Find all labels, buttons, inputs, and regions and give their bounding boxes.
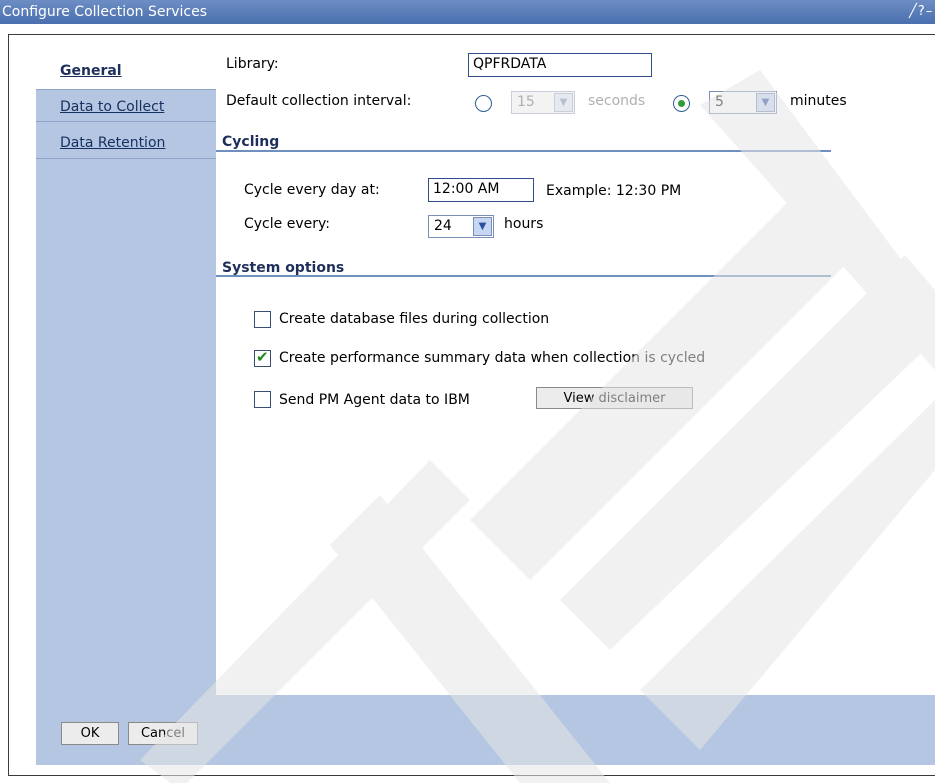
view-disclaimer-button[interactable]: View disclaimer — [536, 387, 693, 409]
cycle-example: Example: 12:30 PM — [546, 183, 682, 199]
seconds-select[interactable]: 15 ▼ — [511, 91, 575, 114]
cycle-hours-select[interactable]: 24 ▼ — [428, 215, 494, 238]
cycle-day-label: Cycle every day at: — [244, 182, 380, 198]
tab-general[interactable]: General — [36, 54, 216, 89]
window-titlebar: Configure Collection Services ╱?–□ — [0, 0, 935, 43]
library-label: Library: — [226, 56, 279, 72]
perf-summary-checkbox[interactable]: ✔ — [254, 348, 271, 367]
tab-data-to-collect-label: Data to Collect — [60, 99, 165, 115]
chevron-down-icon: ▼ — [554, 93, 573, 112]
tab-general-label: General — [60, 63, 122, 79]
tab-data-retention[interactable]: Data Retention — [36, 126, 216, 159]
chevron-down-icon: ▼ — [756, 93, 775, 112]
create-db-files-checkbox[interactable] — [254, 311, 271, 328]
seconds-unit: seconds — [588, 93, 646, 109]
cycle-time-field[interactable]: 12:00 AM — [428, 178, 534, 202]
tab-data-to-collect[interactable]: Data to Collect — [36, 89, 216, 122]
system-options-divider — [216, 275, 831, 277]
tab-data-retention-label: Data Retention — [60, 135, 166, 151]
chevron-down-icon: ▼ — [473, 217, 492, 236]
ok-button[interactable]: OK — [61, 722, 119, 745]
cycle-time-value: 12:00 AM — [433, 181, 500, 197]
seconds-select-value: 15 — [517, 94, 535, 110]
cycle-hours-value: 24 — [434, 218, 452, 234]
cycle-hours-unit: hours — [504, 216, 544, 232]
cycling-divider — [216, 150, 831, 152]
create-db-files-label: Create database files during collection — [279, 311, 550, 327]
radio-selected-icon — [678, 100, 685, 107]
window-controls[interactable]: ╱?–□ — [909, 0, 935, 43]
library-field[interactable]: QPFRDATA — [468, 53, 652, 77]
send-pm-agent-label: Send PM Agent data to IBM — [279, 392, 470, 408]
checkmark-icon: ✔ — [256, 348, 269, 366]
library-value: QPFRDATA — [473, 56, 547, 72]
seconds-radio[interactable] — [475, 95, 492, 112]
cycle-every-label: Cycle every: — [244, 216, 330, 232]
interval-label: Default collection interval: — [226, 93, 412, 109]
minutes-select[interactable]: 5 ▼ — [709, 91, 777, 114]
send-pm-agent-checkbox[interactable] — [254, 391, 271, 408]
minutes-radio[interactable] — [673, 95, 690, 112]
minutes-unit: minutes — [790, 93, 847, 109]
window-title: Configure Collection Services — [2, 4, 208, 20]
cancel-button[interactable]: Cancel — [128, 722, 198, 745]
minutes-select-value: 5 — [715, 94, 724, 110]
perf-summary-label: Create performance summary data when col… — [279, 350, 706, 366]
system-options-heading: System options — [222, 260, 345, 276]
cycling-heading: Cycling — [222, 134, 280, 150]
